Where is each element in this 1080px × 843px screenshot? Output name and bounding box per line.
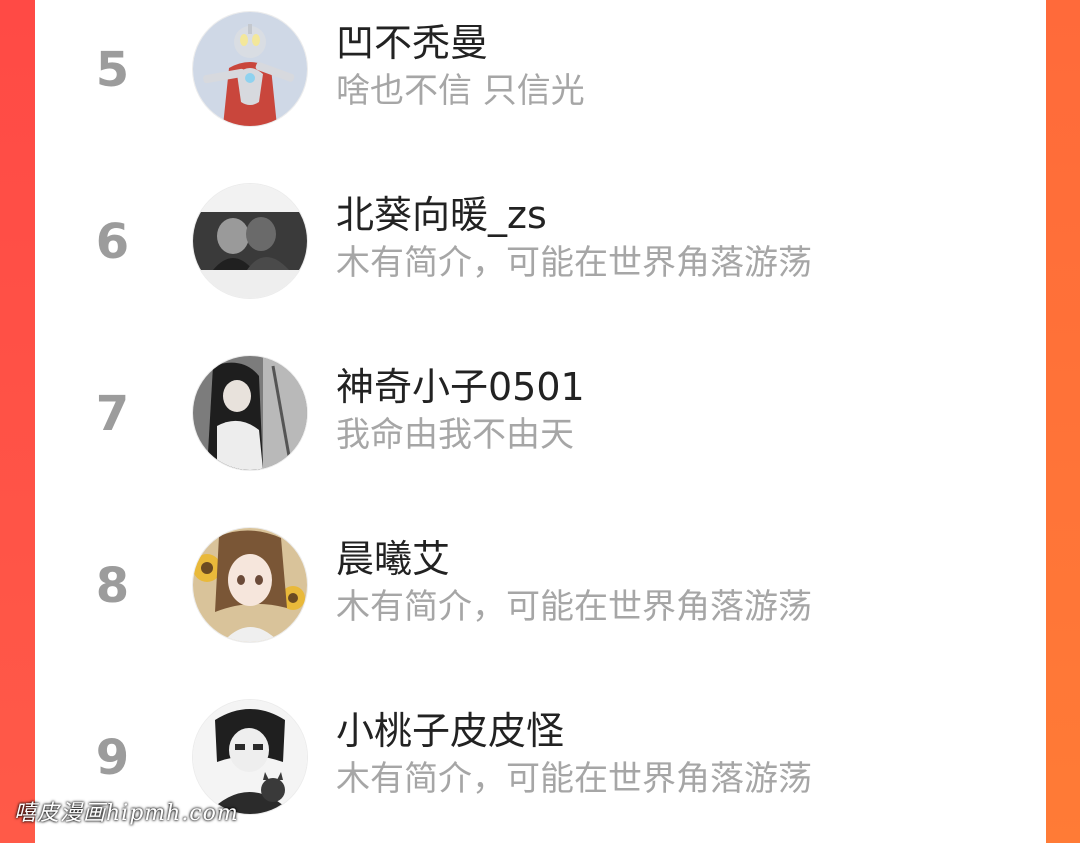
user-bio: 啥也不信 只信光 — [336, 71, 585, 111]
user-name: 小桃子皮皮怪 — [336, 709, 565, 753]
user-bio: 我命由我不由天 — [336, 415, 574, 455]
ranking-row[interactable]: 5 凹不秃曼 啥也不信 只信光 — [35, 0, 1046, 172]
site-watermark: 嘻皮漫画hipmh.com — [14, 801, 239, 826]
rank-number: 5 — [95, 42, 130, 98]
sunflower-girl-avatar[interactable] — [193, 528, 307, 642]
user-bio: 木有简介，可能在世界角落游荡 — [336, 759, 812, 799]
ranking-row[interactable]: 8 晨曦艾 木有简介，可能在世界角落游荡 — [35, 516, 1046, 688]
rank-number: 8 — [95, 558, 130, 614]
ranking-row[interactable]: 6 北葵向暖_zs 木有简介，可能在世界角落游荡 — [35, 172, 1046, 344]
user-bio: 木有简介，可能在世界角落游荡 — [336, 243, 812, 283]
ultraman-avatar[interactable] — [193, 12, 307, 126]
couple-bw-avatar-image — [193, 184, 307, 298]
user-name: 神奇小子0501 — [336, 365, 585, 409]
user-name: 凹不秃曼 — [336, 21, 489, 65]
rank-number: 6 — [95, 214, 130, 270]
anime-longhair-avatar-image — [193, 356, 307, 470]
user-name: 北葵向暖_zs — [336, 193, 547, 237]
user-name: 晨曦艾 — [336, 537, 451, 581]
user-bio: 木有简介，可能在世界角落游荡 — [336, 587, 812, 627]
left-accent-border — [0, 0, 35, 843]
rank-number: 9 — [95, 730, 130, 786]
anime-longhair-avatar[interactable] — [193, 356, 307, 470]
ranking-row[interactable]: 7 神奇小子0501 我命由我不由天 — [35, 344, 1046, 516]
rank-number: 7 — [95, 386, 130, 442]
sunflower-girl-avatar-image — [193, 528, 307, 642]
couple-bw-avatar[interactable] — [193, 184, 307, 298]
ranking-panel: 5 凹不秃曼 啥也不信 只信光 6 北葵向暖_zs 木有简介，可能在世界角落游荡… — [35, 0, 1046, 843]
ultraman-avatar-image — [193, 12, 307, 126]
right-accent-border — [1046, 0, 1080, 843]
